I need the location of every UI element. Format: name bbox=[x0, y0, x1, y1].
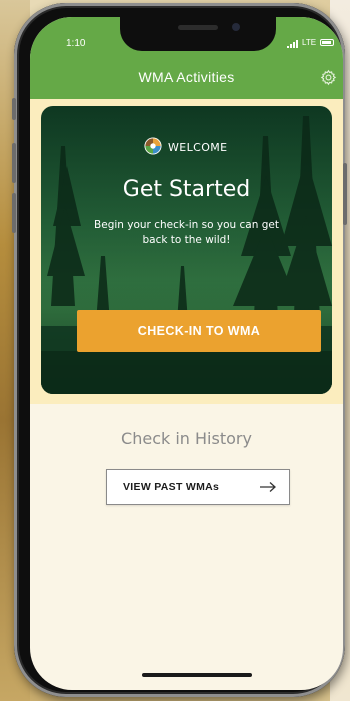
status-network: LTE bbox=[302, 38, 317, 47]
phone-volume-down-button bbox=[12, 193, 16, 233]
phone-frame: 1:10 LTE WMA Activities WELCOME Get Star… bbox=[12, 3, 347, 697]
status-time: 1:10 bbox=[66, 38, 86, 49]
phone-power-button bbox=[343, 163, 347, 225]
phone-screen: 1:10 LTE WMA Activities WELCOME Get Star… bbox=[30, 17, 343, 690]
phone-side-button bbox=[12, 98, 16, 120]
arrow-right-icon bbox=[260, 482, 276, 492]
front-camera bbox=[232, 23, 240, 31]
signal-icon bbox=[287, 40, 298, 48]
welcome-label: WELCOME bbox=[168, 141, 228, 154]
page-title: WMA Activities bbox=[138, 69, 235, 85]
welcome-subtext: Begin your check-in so you can get back … bbox=[94, 219, 279, 246]
check-in-history-title: Check in History bbox=[121, 429, 252, 448]
speaker-grille bbox=[178, 25, 218, 30]
view-past-wmas-label: VIEW PAST WMAs bbox=[123, 481, 220, 493]
battery-icon bbox=[320, 39, 334, 46]
phone-volume-up-button bbox=[12, 143, 16, 183]
view-past-wmas-button[interactable]: VIEW PAST WMAs bbox=[106, 469, 290, 505]
gear-icon[interactable] bbox=[320, 69, 337, 86]
welcome-headline: Get Started bbox=[122, 177, 251, 202]
check-in-button[interactable]: CHECK-IN TO WMA bbox=[77, 310, 321, 352]
home-indicator[interactable] bbox=[142, 673, 252, 677]
phone-notch bbox=[120, 17, 276, 51]
logo-badge-icon bbox=[144, 137, 162, 155]
